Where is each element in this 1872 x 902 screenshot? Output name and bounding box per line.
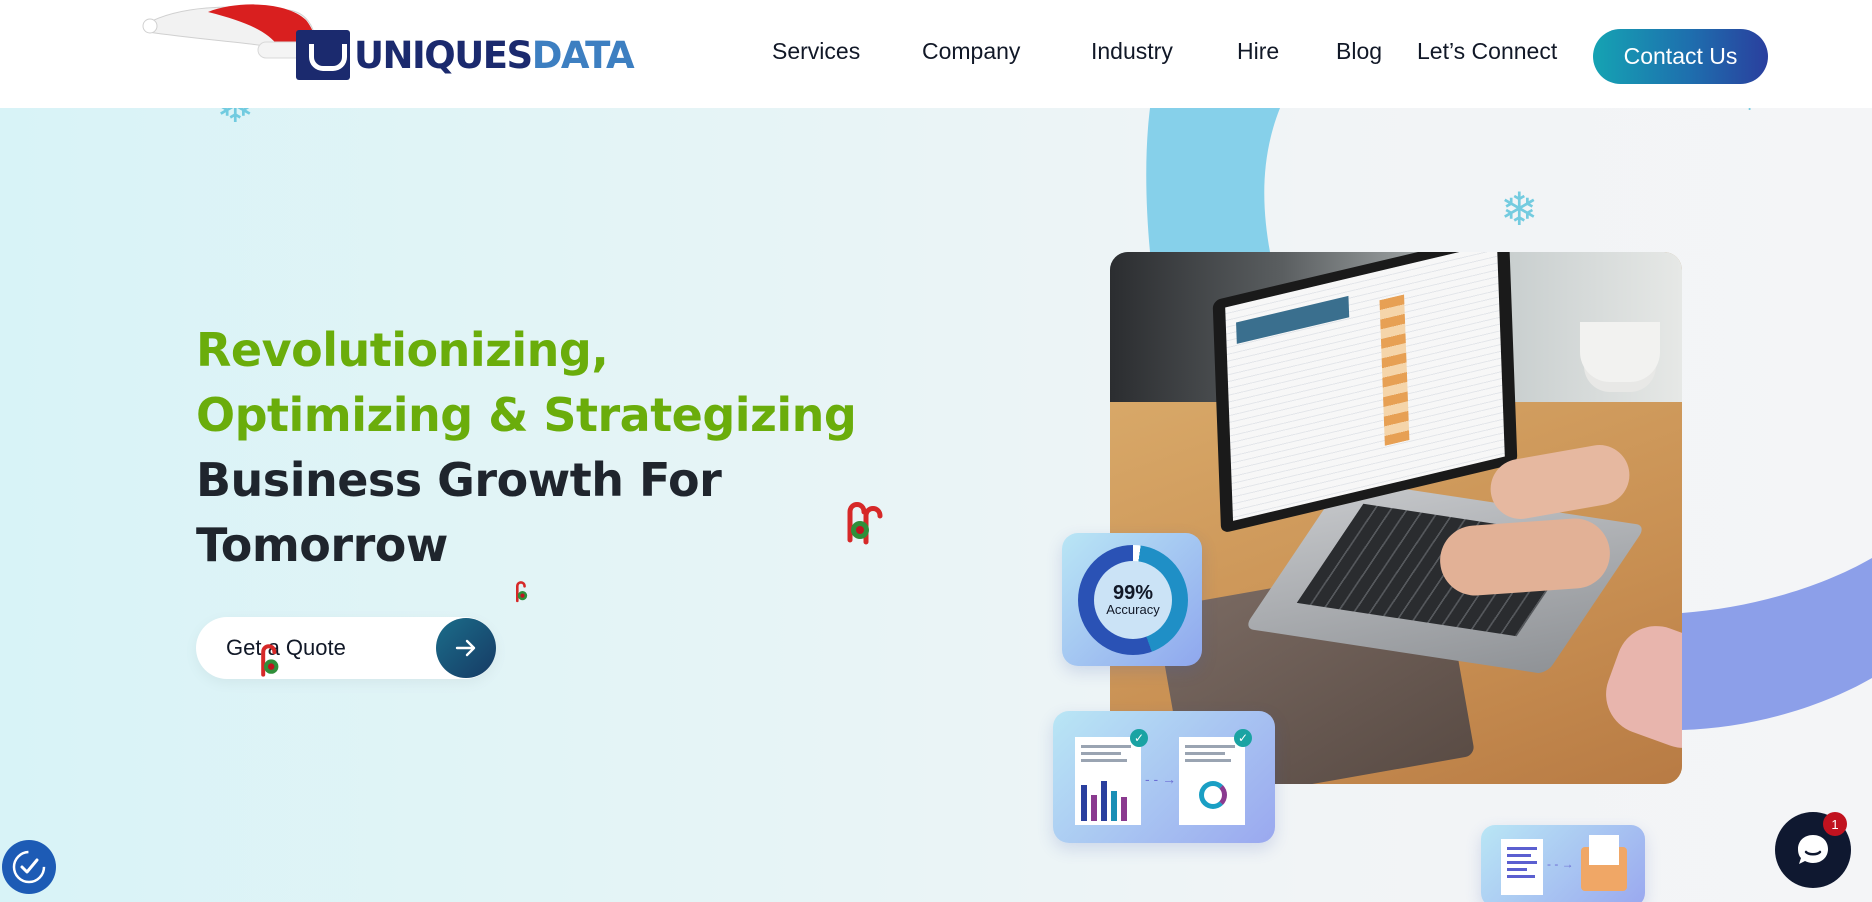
text-document-icon: [1501, 839, 1543, 895]
candy-cane-icon: [261, 644, 279, 677]
dashed-arrow-icon: - - →: [1547, 857, 1574, 871]
nav-industry[interactable]: Industry: [1091, 38, 1173, 65]
nav-company[interactable]: Company: [922, 38, 1020, 65]
headline-line-3: Business Growth For: [196, 453, 722, 507]
hero-section: ❄ ❄ ❄ Revolutionizing, Optimizing & Stra…: [0, 108, 1872, 902]
accessibility-icon: [12, 850, 46, 884]
snowflake-icon: ❄: [216, 108, 255, 129]
report-card: - - → ✓ ✓: [1053, 711, 1275, 843]
candy-cane-icon: [516, 581, 528, 603]
get-a-quote-button[interactable]: Get a Quote: [196, 617, 496, 679]
coffee-cup-image: [1580, 322, 1660, 382]
contact-us-button[interactable]: Contact Us: [1593, 29, 1768, 84]
accuracy-ring: 99% Accuracy: [1078, 545, 1188, 655]
headline-line-1: Revolutionizing,: [196, 323, 609, 377]
bar-chart-document-icon: [1075, 737, 1141, 825]
nav-lets-connect[interactable]: Let’s Connect: [1417, 38, 1557, 65]
folder-icon: [1581, 835, 1627, 891]
chat-notification-badge: 1: [1823, 812, 1847, 836]
main-nav: Services Company Industry Hire Blog Let’…: [0, 38, 1872, 72]
arrow-right-icon[interactable]: [436, 618, 496, 678]
hero-photo: [1110, 252, 1682, 784]
nav-services[interactable]: Services: [772, 38, 860, 65]
snowflake-icon: ❄: [1737, 108, 1762, 124]
accuracy-label: Accuracy: [1106, 602, 1160, 617]
hero-headline: Revolutionizing, Optimizing & Strategizi…: [196, 318, 857, 578]
chat-icon: [1798, 835, 1828, 864]
headline-line-4: Tomorrow: [196, 518, 448, 572]
dashed-arrow-icon: - - →: [1145, 771, 1177, 787]
check-icon: ✓: [1130, 729, 1148, 747]
accuracy-card: 99% Accuracy: [1062, 533, 1202, 666]
site-header: UNIQUESDATA Services Company Industry Hi…: [0, 0, 1872, 108]
donut-document-icon: [1179, 737, 1245, 825]
check-icon: ✓: [1234, 729, 1252, 747]
accessibility-button[interactable]: [2, 840, 56, 894]
snowflake-icon: ❄: [1500, 182, 1539, 236]
files-card: - - →: [1481, 825, 1645, 902]
headline-line-2: Optimizing & Strategizing: [196, 388, 857, 442]
nav-hire[interactable]: Hire: [1237, 38, 1279, 65]
accuracy-value: 99%: [1112, 582, 1154, 604]
nav-blog[interactable]: Blog: [1336, 38, 1382, 65]
